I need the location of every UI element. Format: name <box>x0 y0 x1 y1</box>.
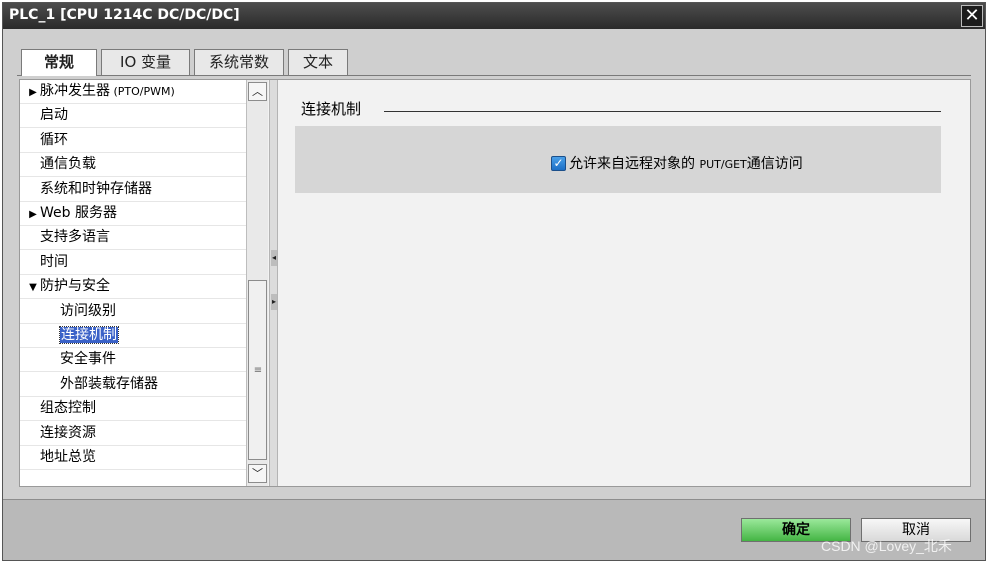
section-box: ✓ 允许来自远程对象的 PUT/GET通信访问 <box>295 126 941 193</box>
scroll-up-button[interactable]: ︿ <box>248 82 267 101</box>
nav-item-label: 脉冲发生器 <box>40 83 110 99</box>
nav-item[interactable]: 地址总览 <box>20 446 246 470</box>
dialog-content: 常规 IO 变量 系统常数 文本 ▶ 脉冲发生器 (PTO/PWM) 启动 循环 通信负… <box>3 29 985 499</box>
nav-item-label: 安全事件 <box>60 351 116 368</box>
nav-item[interactable]: ▶ 脉冲发生器 (PTO/PWM) <box>20 80 246 104</box>
nav-scrollbar[interactable]: ︿ ≡ ﹀ <box>246 80 268 486</box>
nav-item[interactable]: 安全事件 <box>20 348 246 373</box>
tab-bar: 常规 IO 变量 系统常数 文本 <box>21 49 352 76</box>
nav-item[interactable]: 连接机制 <box>20 324 246 348</box>
panel-splitter[interactable]: ◂ ▸ <box>269 80 278 486</box>
tab-texts[interactable]: 文本 <box>288 49 349 75</box>
navigation-tree: ▶ 脉冲发生器 (PTO/PWM) 启动 循环 通信负载 系统和时钟存储器 ▶ Web 服务器… <box>20 80 246 486</box>
chevron-up-icon: ︿ <box>252 85 263 98</box>
nav-item[interactable]: 连接资源 <box>20 422 246 446</box>
expand-right-icon[interactable]: ▸ <box>271 294 277 310</box>
title-bar: PLC_1 [CPU 1214C DC/DC/DC] ✕ <box>3 3 985 29</box>
grip-icon: ≡ <box>253 365 263 376</box>
nav-item[interactable]: 循环 <box>20 129 246 153</box>
close-icon: ✕ <box>964 5 980 26</box>
section-divider <box>384 111 941 112</box>
checkmark-icon: ✓ <box>553 155 564 170</box>
nav-item-label: 通信负载 <box>40 156 96 173</box>
nav-item-label: 访问级别 <box>60 302 116 319</box>
scroll-thumb[interactable]: ≡ <box>248 280 267 460</box>
dialog-footer: 确定 取消 CSDN @Lovey_北禾 <box>3 499 985 560</box>
tab-divider <box>17 75 971 76</box>
nav-item[interactable]: 支持多语言 <box>20 226 246 251</box>
nav-item[interactable]: 系统和时钟存储器 <box>20 178 246 202</box>
tab-system-constants[interactable]: 系统常数 <box>194 49 285 75</box>
put-get-option[interactable]: ✓ 允许来自远程对象的 PUT/GET通信访问 <box>551 153 803 173</box>
nav-item-label: 时间 <box>40 253 68 270</box>
nav-item[interactable]: ▶ Web 服务器 <box>20 202 246 226</box>
collapsed-arrow-icon[interactable]: ▶ <box>26 203 40 226</box>
nav-item-label: 外部装载存储器 <box>60 375 158 392</box>
close-button[interactable]: ✕ <box>961 5 983 27</box>
nav-item-label: 连接机制 <box>59 326 119 344</box>
window-title: PLC_1 [CPU 1214C DC/DC/DC] <box>9 7 240 23</box>
nav-item[interactable]: 通信负载 <box>20 153 246 178</box>
tab-general[interactable]: 常规 <box>21 49 98 76</box>
nav-item[interactable]: 访问级别 <box>20 300 246 324</box>
put-get-checkbox[interactable]: ✓ <box>551 155 566 171</box>
dialog-window: PLC_1 [CPU 1214C DC/DC/DC] ✕ 常规 IO 变量 系统… <box>2 2 986 561</box>
nav-item-label: 支持多语言 <box>40 229 110 246</box>
chevron-down-icon: ﹀ <box>252 467 263 480</box>
properties-panel: ▶ 脉冲发生器 (PTO/PWM) 启动 循环 通信负载 系统和时钟存储器 ▶ Web 服务器… <box>19 79 971 487</box>
nav-item-label: 启动 <box>40 107 68 124</box>
tab-io-tags[interactable]: IO 变量 <box>101 49 191 75</box>
nav-item[interactable]: ▼ 防护与安全 <box>20 275 246 300</box>
nav-item-label: 系统和时钟存储器 <box>40 180 152 197</box>
put-get-label: 允许来自远程对象的 PUT/GET通信访问 <box>569 156 803 172</box>
nav-item[interactable]: 启动 <box>20 104 246 129</box>
collapsed-arrow-icon[interactable]: ▶ <box>26 81 40 104</box>
scroll-down-button[interactable]: ﹀ <box>248 464 267 483</box>
nav-item-label: Web 服务器 <box>40 205 117 221</box>
nav-item-suffix: (PTO/PWM) <box>110 85 175 98</box>
nav-item-label: 防护与安全 <box>40 278 110 295</box>
collapse-left-icon[interactable]: ◂ <box>271 250 277 266</box>
nav-item[interactable]: 时间 <box>20 251 246 275</box>
nav-item-label: 地址总览 <box>40 449 96 465</box>
section-title: 连接机制 <box>301 100 362 118</box>
nav-item[interactable]: 组态控制 <box>20 397 246 422</box>
expanded-arrow-icon[interactable]: ▼ <box>26 276 40 299</box>
settings-area: 连接机制 ✓ 允许来自远程对象的 PUT/GET通信访问 <box>279 80 970 486</box>
nav-item-label: 连接资源 <box>40 424 96 441</box>
nav-item-label: 组态控制 <box>40 400 96 417</box>
watermark: CSDN @Lovey_北禾 <box>821 538 952 554</box>
nav-item-label: 循环 <box>40 131 68 148</box>
nav-item[interactable]: 外部装载存储器 <box>20 373 246 397</box>
